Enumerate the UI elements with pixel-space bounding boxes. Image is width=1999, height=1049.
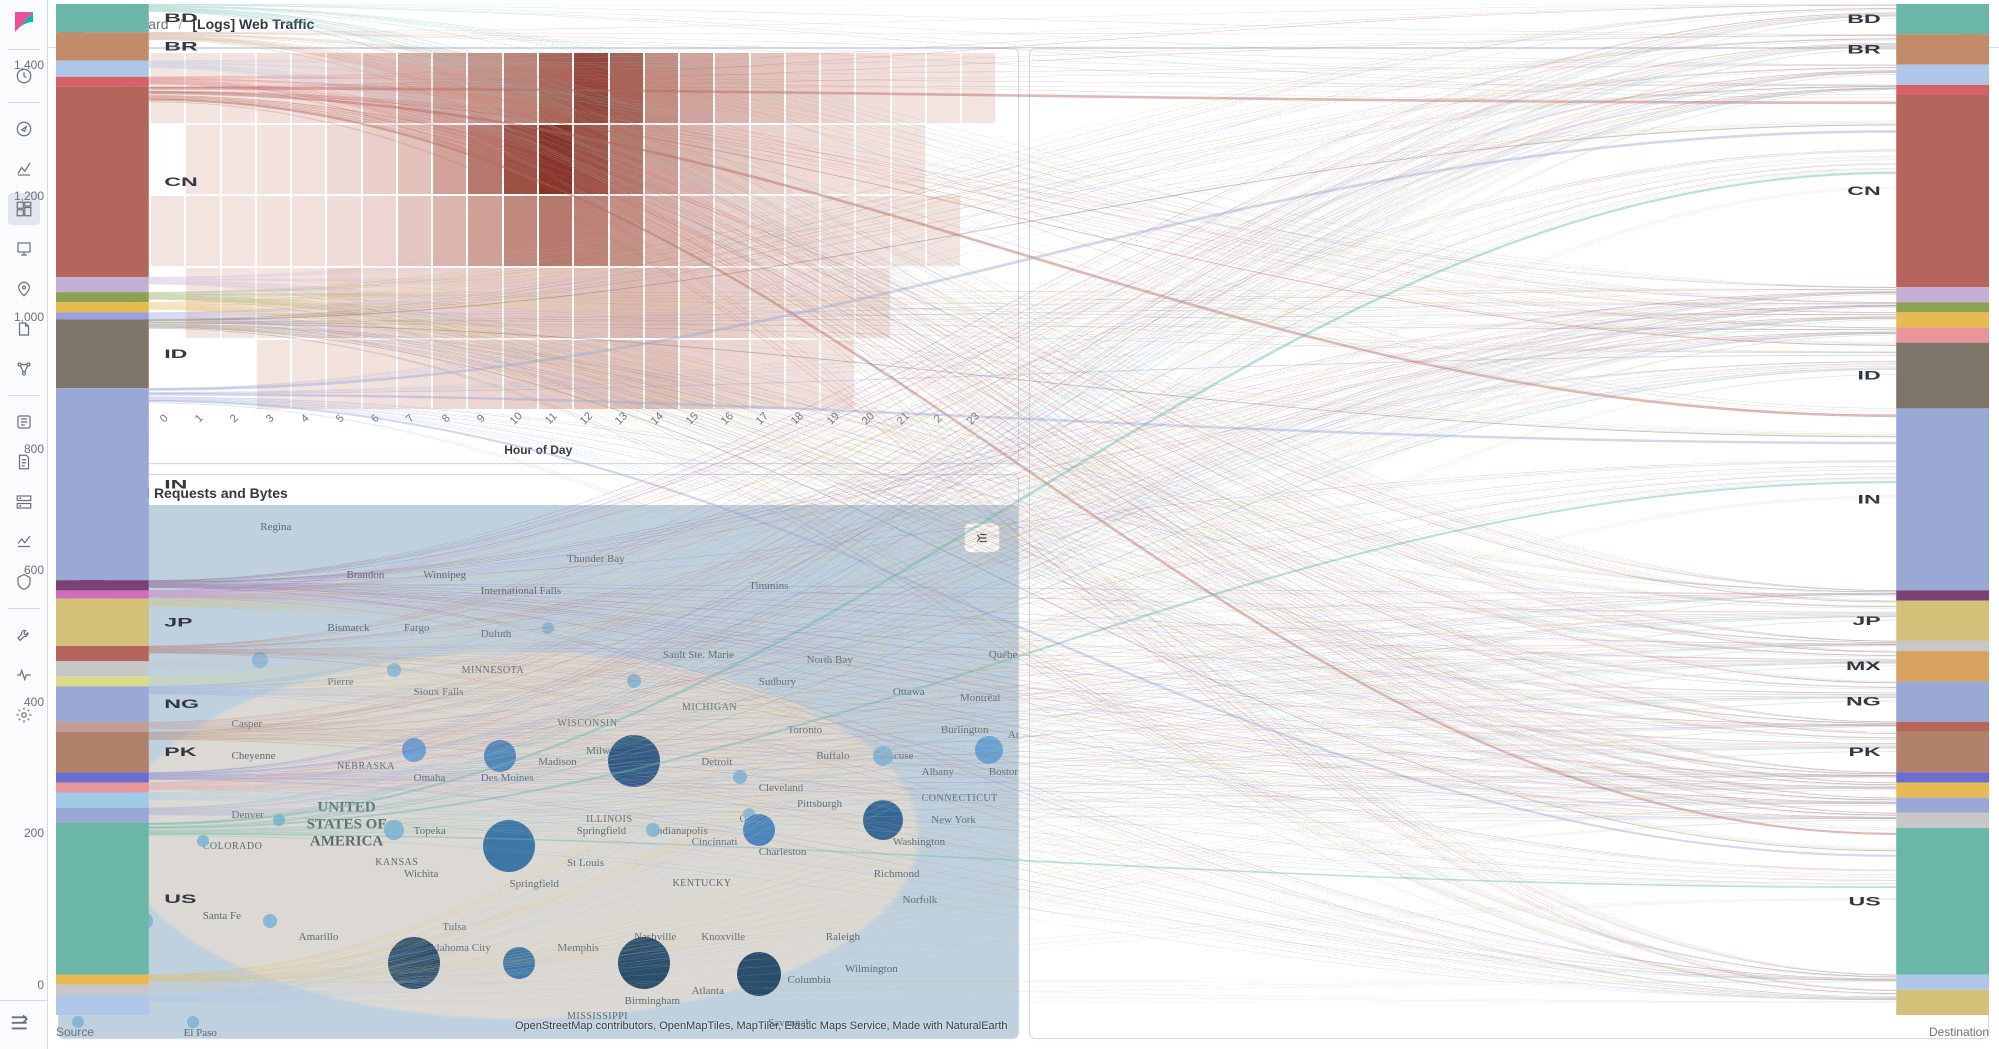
svg-text:NG: NG	[1846, 694, 1881, 708]
svg-text:CN: CN	[1847, 184, 1881, 198]
svg-text:PK: PK	[1849, 745, 1882, 759]
sankey-panel: 1,4001,2001,0008006004002000 BDBRCNIDINJ…	[1029, 48, 1990, 1039]
svg-text:US: US	[1849, 894, 1881, 908]
svg-text:BR: BR	[1847, 48, 1881, 56]
svg-text:JP: JP	[1852, 614, 1880, 628]
sankey-chart[interactable]: BDBRCNIDINJPNGPKUSBDBRCNIDINJPMXNGPKUS	[1029, 48, 1990, 1015]
svg-text:ID: ID	[1858, 368, 1881, 382]
svg-text:IN: IN	[1858, 492, 1881, 506]
svg-text:MX: MX	[1846, 659, 1882, 673]
